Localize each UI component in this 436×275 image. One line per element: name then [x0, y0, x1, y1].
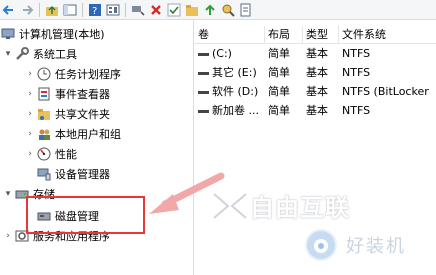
filesystem-cell: NTFS [342, 47, 371, 60]
folder-icon[interactable] [183, 1, 200, 18]
event-log-icon [36, 86, 52, 102]
properties-icon[interactable] [129, 1, 146, 18]
view-icon[interactable] [104, 1, 121, 18]
column-header-row: 卷 布局 类型 文件系统 [194, 26, 436, 44]
clock-icon [36, 66, 52, 82]
magnify-icon[interactable] [219, 1, 236, 18]
tree-root[interactable]: 计算机管理(本地) [0, 24, 105, 44]
svg-text:?: ? [92, 6, 97, 17]
filesystem-cell: NTFS [342, 66, 371, 79]
drive-icon [198, 71, 209, 75]
toolbar-separator [82, 2, 83, 17]
tree-item-local-users[interactable]: › 本地用户和组 [24, 124, 121, 144]
filesystem-cell: NTFS [342, 104, 371, 117]
tree-item-label: 事件查看器 [55, 88, 110, 101]
column-header-filesystem[interactable]: 文件系统 [338, 26, 436, 43]
column-header-type[interactable]: 类型 [302, 26, 339, 43]
drive-icon [198, 109, 209, 113]
layout-cell: 简单 [268, 47, 290, 60]
tree-item-event-viewer[interactable]: › 事件查看器 [24, 84, 110, 104]
table-row[interactable]: 新加卷 ... 简单 基本 NTFS [194, 102, 436, 119]
type-cell: 基本 [306, 47, 328, 60]
toolbar: ? [0, 0, 436, 20]
toolbar-separator [125, 2, 126, 17]
highlight-box [26, 196, 145, 234]
tools-icon [14, 46, 30, 62]
computer-management-icon [0, 26, 16, 42]
chevron-right-icon[interactable]: › [24, 109, 36, 119]
users-icon [36, 126, 52, 142]
filesystem-cell: NTFS (BitLocker [342, 85, 429, 98]
device-manager-icon [36, 166, 52, 182]
layout-cell: 简单 [268, 66, 290, 79]
type-cell: 基本 [306, 104, 328, 117]
volume-cell: 软件 (D:) [194, 83, 258, 100]
drive-icon [198, 52, 209, 56]
chevron-right-icon[interactable]: › [2, 231, 14, 241]
watermark-circle-icon [305, 229, 337, 261]
page-icon[interactable] [237, 1, 254, 18]
layout-cell: 简单 [268, 85, 290, 98]
forward-icon[interactable] [18, 1, 35, 18]
column-header-volume[interactable]: 卷 [194, 26, 265, 43]
tree-item-label: 任务计划程序 [55, 68, 121, 81]
console-tree-icon[interactable] [61, 1, 78, 18]
watermark-sub-label: 好装机 [346, 236, 406, 257]
tree-item-label: 本地用户和组 [55, 128, 121, 141]
tree-item-system-tools[interactable]: ▾ 系统工具 [2, 44, 77, 64]
tree-item-shared-folders[interactable]: › 共享文件夹 [24, 104, 110, 124]
tree-item-task-scheduler[interactable]: › 任务计划程序 [24, 64, 121, 84]
column-header-layout[interactable]: 布局 [264, 26, 303, 43]
chevron-right-icon[interactable]: › [24, 69, 36, 79]
tree-item-device-manager[interactable]: 设备管理器 [36, 164, 110, 184]
help-icon[interactable]: ? [86, 1, 103, 18]
tree-item-label: 共享文件夹 [55, 108, 110, 121]
chevron-right-icon[interactable]: › [24, 149, 36, 159]
tree-item-performance[interactable]: › 性能 [24, 144, 77, 164]
table-row[interactable]: (C:) 简单 基本 NTFS [194, 45, 436, 62]
chevron-down-icon[interactable]: ▾ [2, 49, 14, 59]
volume-cell: 其它 (E:) [194, 64, 257, 81]
table-row[interactable]: 软件 (D:) 简单 基本 NTFS (BitLocker [194, 83, 436, 100]
watermark-brand: 自由互联 [250, 194, 350, 222]
type-cell: 基本 [306, 85, 328, 98]
delete-icon[interactable] [147, 1, 164, 18]
toolbar-separator [39, 2, 40, 17]
chevron-down-icon[interactable]: ▾ [2, 189, 14, 199]
performance-icon [36, 146, 52, 162]
tree-item-label: 性能 [55, 148, 77, 161]
table-row[interactable]: 其它 (E:) 简单 基本 NTFS [194, 64, 436, 81]
layout-cell: 简单 [268, 104, 290, 117]
chevron-right-icon[interactable]: › [24, 129, 36, 139]
tree-item-label: 设备管理器 [55, 168, 110, 181]
drive-icon [198, 90, 209, 94]
back-icon[interactable] [0, 1, 17, 18]
type-cell: 基本 [306, 66, 328, 79]
volume-cell: (C:) [194, 45, 232, 62]
volume-cell: 新加卷 ... [194, 102, 259, 119]
up-folder-icon[interactable] [43, 1, 60, 18]
console-tree: 计算机管理(本地) ▾ 系统工具 › 任务计划程序 › 事件查看器 › 共享文件… [0, 20, 193, 275]
shared-folder-icon [36, 106, 52, 122]
tree-root-label: 计算机管理(本地) [19, 28, 105, 41]
chevron-right-icon[interactable]: › [24, 89, 36, 99]
watermark-sub: 好装机 [304, 228, 406, 262]
export-icon[interactable] [201, 1, 218, 18]
watermark-logo: 自由互联 [210, 188, 350, 223]
x-logo-icon [212, 191, 248, 220]
check-icon[interactable] [165, 1, 182, 18]
tree-item-label: 系统工具 [33, 48, 77, 61]
